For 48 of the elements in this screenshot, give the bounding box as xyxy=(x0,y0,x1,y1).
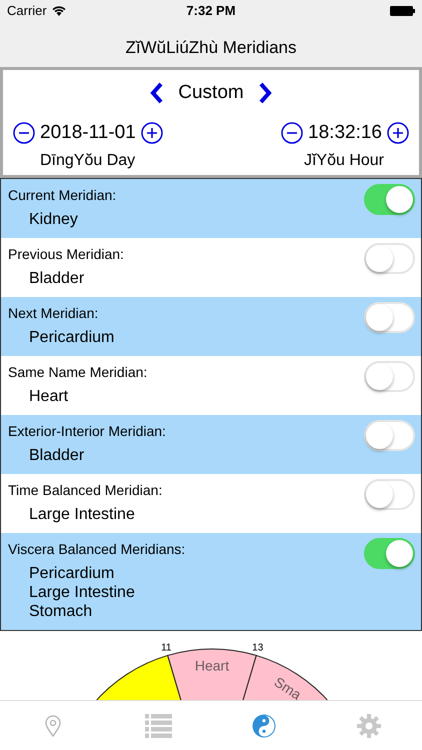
battery-icon xyxy=(390,6,415,16)
row-label: Exterior-Interior Meridian: xyxy=(8,422,166,441)
meridian-name: Pericardium xyxy=(29,564,116,583)
increase-button[interactable] xyxy=(387,122,409,144)
meridian-name: Large Intestine xyxy=(29,505,136,524)
hour-tick-label: 13 xyxy=(252,642,264,654)
toggle-switch[interactable] xyxy=(364,184,415,215)
yin-yang-icon xyxy=(252,714,276,738)
minus-circle-icon xyxy=(281,122,304,144)
meridian-name: Large Intestine xyxy=(29,583,136,602)
list-icon xyxy=(144,714,172,738)
plus-circle-icon xyxy=(387,122,409,144)
hour-tick-label: 11 xyxy=(161,642,172,654)
date-value: 2018-11-01 xyxy=(40,120,136,144)
row-label: Viscera Balanced Meridians: xyxy=(8,540,186,559)
sector-label: Heart xyxy=(194,658,230,674)
decrease-button[interactable] xyxy=(13,122,35,144)
chevron-left-icon xyxy=(150,82,164,104)
day-name: DīngYŏu Day xyxy=(40,151,136,171)
decrease-button[interactable] xyxy=(281,122,304,144)
minus-circle-icon xyxy=(13,122,35,144)
chevron-right-icon xyxy=(258,82,272,104)
toggle-switch[interactable] xyxy=(364,538,415,569)
next-button[interactable] xyxy=(258,82,272,104)
time-value: 18:32:16 xyxy=(308,120,382,144)
row-label: Next Meridian: xyxy=(8,304,98,323)
row-label: Current Meridian: xyxy=(8,186,116,205)
meridian-name: Bladder xyxy=(29,269,86,288)
meridian-name: Stomach xyxy=(29,602,94,621)
hour-name: JĭYŏu Hour xyxy=(304,151,384,171)
nav-title: ZĭWŭLiúZhù Meridians xyxy=(125,36,296,59)
mode-label: Custom xyxy=(178,81,244,105)
meridian-name: Kidney xyxy=(29,210,79,229)
previous-button[interactable] xyxy=(150,82,164,104)
meridian-name: Pericardium xyxy=(29,328,116,347)
clock-time: 7:32 PM xyxy=(186,2,236,20)
increase-button[interactable] xyxy=(140,122,163,144)
map-pin-icon xyxy=(44,714,61,736)
settings-icon xyxy=(357,714,382,738)
row-label: Previous Meridian: xyxy=(8,245,124,264)
sector-label: Sma xyxy=(271,674,304,703)
meridian-name: Heart xyxy=(29,387,70,406)
row-label: Time Balanced Meridian: xyxy=(8,481,162,500)
wifi-icon xyxy=(52,6,66,16)
plus-circle-icon xyxy=(140,122,163,144)
meridian-name: Bladder xyxy=(29,446,86,465)
row-label: Same Name Meridian: xyxy=(8,363,148,382)
carrier-label: Carrier xyxy=(7,2,47,20)
